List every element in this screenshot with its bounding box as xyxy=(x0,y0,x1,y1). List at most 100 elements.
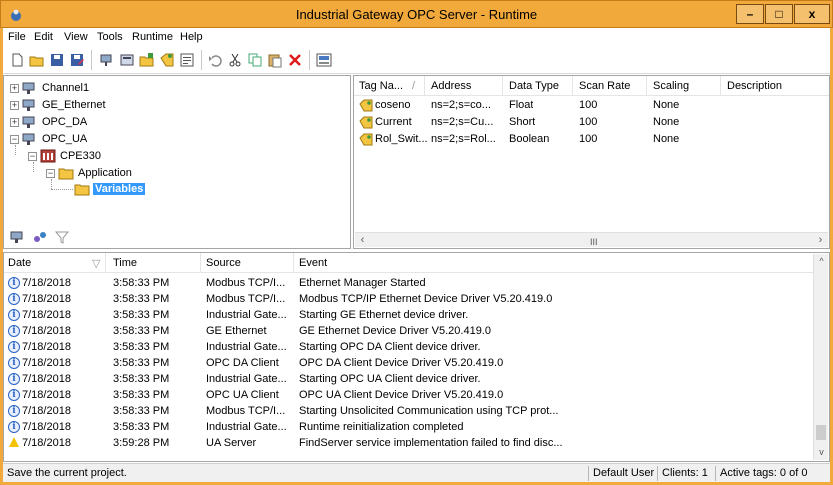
quick-client-icon[interactable] xyxy=(316,52,332,68)
log-row[interactable]: i 7/18/2018 3:58:33 PM Industrial Gate..… xyxy=(4,371,816,387)
new-channel-icon[interactable] xyxy=(99,52,115,68)
tree-node-ge-ethernet[interactable]: GE_Ethernet xyxy=(42,97,106,113)
tree-node-opc-da[interactable]: OPC_DA xyxy=(42,114,87,130)
horizontal-scrollbar[interactable]: ‹ III › xyxy=(355,232,828,247)
info-icon: i xyxy=(8,309,20,321)
copy-icon[interactable] xyxy=(247,52,263,68)
log-row[interactable]: 7/18/2018 3:59:28 PM UA Server FindServe… xyxy=(4,435,816,447)
event-log[interactable]: Date ▽ Time Source Event i 7/18/2018 3:5… xyxy=(3,252,830,462)
column-time[interactable]: Time xyxy=(113,257,137,269)
vertical-scrollbar[interactable]: ^ v xyxy=(813,254,828,460)
log-row[interactable]: i 7/18/2018 3:58:33 PM OPC UA Client OPC… xyxy=(4,387,816,403)
log-source: Modbus TCP/I... xyxy=(206,277,286,289)
column-description[interactable]: Description xyxy=(727,80,782,92)
project-view-icon[interactable] xyxy=(10,229,26,245)
tree-node-variables[interactable]: Variables xyxy=(93,183,146,195)
project-tree[interactable]: + Channel1 + GE_Ethernet + OPC_DA − OPC_… xyxy=(3,75,351,244)
status-separator xyxy=(657,466,658,481)
log-row[interactable]: i 7/18/2018 3:58:33 PM OPC DA Client OPC… xyxy=(4,355,816,371)
delete-icon[interactable] xyxy=(287,52,303,68)
paste-icon[interactable] xyxy=(267,52,283,68)
new-project-icon[interactable] xyxy=(9,52,25,68)
expand-toggle[interactable]: + xyxy=(10,101,19,110)
scroll-left-icon[interactable]: ‹ xyxy=(355,233,370,248)
log-row[interactable]: i 7/18/2018 3:58:33 PM Industrial Gate..… xyxy=(4,419,816,435)
filter-view-icon[interactable] xyxy=(54,229,70,245)
status-separator xyxy=(715,466,716,481)
log-row[interactable]: i 7/18/2018 3:58:33 PM GE Ethernet GE Et… xyxy=(4,323,816,339)
tree-node-channel1[interactable]: Channel1 xyxy=(42,80,89,96)
save-as-icon[interactable] xyxy=(69,52,85,68)
tree-connector xyxy=(15,145,16,155)
column-data-type[interactable]: Data Type xyxy=(509,80,559,92)
scroll-thumb-grip[interactable]: III xyxy=(590,237,598,247)
scroll-down-icon[interactable]: v xyxy=(814,445,829,460)
minimize-button[interactable]: – xyxy=(736,4,764,24)
tree-node-opc-ua[interactable]: OPC_UA xyxy=(42,131,87,147)
log-time: 3:58:33 PM xyxy=(113,373,170,385)
title-bar[interactable]: Industrial Gateway OPC Server - Runtime … xyxy=(0,0,833,28)
column-separator xyxy=(105,253,106,273)
tag-row[interactable]: coseno ns=2;s=co... Float 100 None xyxy=(354,97,829,114)
log-row[interactable]: i 7/18/2018 3:58:33 PM Modbus TCP/I... S… xyxy=(4,403,816,419)
info-icon: i xyxy=(8,373,20,385)
column-source[interactable]: Source xyxy=(206,257,241,269)
channel-icon xyxy=(22,82,35,94)
new-tag-group-icon[interactable] xyxy=(139,52,155,68)
tag-list[interactable]: Tag Na... / Address Data Type Scan Rate … xyxy=(353,75,830,249)
menu-file[interactable]: File xyxy=(8,31,26,43)
log-date: 7/18/2018 xyxy=(22,277,71,289)
collapse-toggle[interactable]: − xyxy=(10,135,19,144)
log-row[interactable]: i 7/18/2018 3:58:33 PM Modbus TCP/I... E… xyxy=(4,275,816,291)
log-row[interactable]: i 7/18/2018 3:58:33 PM Industrial Gate..… xyxy=(4,339,816,355)
new-device-icon[interactable] xyxy=(119,52,135,68)
close-button[interactable]: x xyxy=(794,4,830,24)
menu-edit[interactable]: Edit xyxy=(34,31,53,43)
log-time: 3:58:33 PM xyxy=(113,309,170,321)
tag-row[interactable]: Rol_Swit... ns=2;s=Rol... Boolean 100 No… xyxy=(354,131,829,148)
log-row[interactable]: i 7/18/2018 3:58:33 PM Modbus TCP/I... M… xyxy=(4,291,816,307)
expand-toggle[interactable]: + xyxy=(10,84,19,93)
tree-node-application[interactable]: Application xyxy=(78,165,132,181)
log-date: 7/18/2018 xyxy=(22,325,71,337)
open-project-icon[interactable] xyxy=(29,52,45,68)
tree-connector xyxy=(51,189,73,190)
undo-icon[interactable] xyxy=(207,52,223,68)
menu-runtime[interactable]: Runtime xyxy=(132,31,173,43)
collapse-toggle[interactable]: − xyxy=(46,169,55,178)
column-scan-rate[interactable]: Scan Rate xyxy=(579,80,630,92)
column-tag-name[interactable]: Tag Na... xyxy=(359,80,403,92)
log-event: Starting Unsolicited Communication using… xyxy=(299,405,559,417)
expand-toggle[interactable]: + xyxy=(10,118,19,127)
maximize-button[interactable]: □ xyxy=(765,4,793,24)
log-date: 7/18/2018 xyxy=(22,389,71,401)
log-event: Starting OPC DA Client device driver. xyxy=(299,341,481,353)
channel-icon xyxy=(22,116,35,128)
device-icon xyxy=(40,149,56,163)
log-row[interactable]: i 7/18/2018 3:58:33 PM Industrial Gate..… xyxy=(4,307,816,323)
status-clients: Clients: 1 xyxy=(662,467,708,479)
menu-help[interactable]: Help xyxy=(180,31,203,43)
collapse-toggle[interactable]: − xyxy=(28,152,37,161)
menu-view[interactable]: View xyxy=(64,31,88,43)
properties-icon[interactable] xyxy=(179,52,195,68)
column-address[interactable]: Address xyxy=(431,80,471,92)
column-scaling[interactable]: Scaling xyxy=(653,80,689,92)
alias-view-icon[interactable] xyxy=(32,229,48,245)
new-tag-icon[interactable] xyxy=(159,52,175,68)
column-separator xyxy=(646,76,647,96)
info-icon: i xyxy=(8,389,20,401)
log-source: Modbus TCP/I... xyxy=(206,405,286,417)
tree-node-cpe330[interactable]: CPE330 xyxy=(60,148,101,164)
menu-tools[interactable]: Tools xyxy=(97,31,123,43)
column-event[interactable]: Event xyxy=(299,257,327,269)
log-event: FindServer service implementation failed… xyxy=(299,437,563,447)
scroll-thumb[interactable] xyxy=(816,425,826,440)
scroll-up-icon[interactable]: ^ xyxy=(814,254,829,269)
cut-icon[interactable] xyxy=(227,52,243,68)
tag-row[interactable]: Current ns=2;s=Cu... Short 100 None xyxy=(354,114,829,131)
log-event: Starting OPC UA Client device driver. xyxy=(299,373,481,385)
column-date[interactable]: Date xyxy=(8,257,31,269)
scroll-right-icon[interactable]: › xyxy=(813,233,828,248)
save-icon[interactable] xyxy=(49,52,65,68)
